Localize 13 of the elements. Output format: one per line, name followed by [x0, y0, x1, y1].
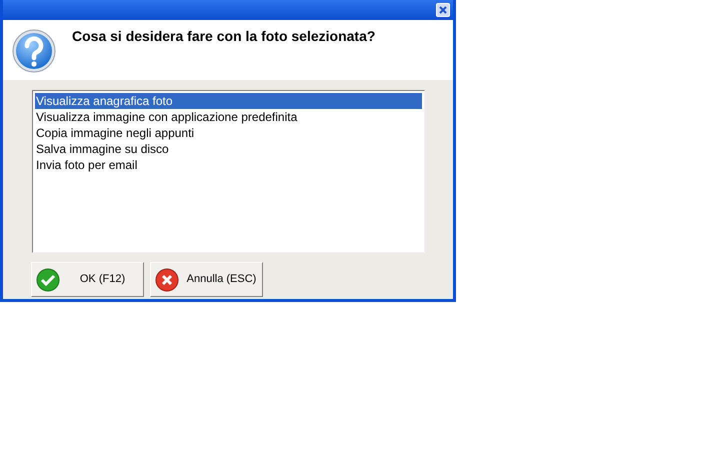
list-item[interactable]: Visualizza anagrafica foto — [35, 93, 422, 109]
question-icon — [11, 28, 57, 74]
list-item[interactable]: Visualizza immagine con applicazione predefinita — [35, 109, 422, 125]
close-button[interactable] — [436, 3, 450, 17]
cancel-button[interactable]: Annulla (ESC) — [150, 262, 263, 297]
dialog-message: Cosa si desidera fare con la foto selezionata? — [72, 27, 376, 46]
list-item[interactable]: Copia immagine negli appunti — [35, 125, 422, 141]
cross-icon — [155, 268, 179, 292]
check-icon — [36, 268, 60, 292]
list-item[interactable]: Salva immagine su disco — [35, 141, 422, 157]
ok-button[interactable]: OK (F12) — [31, 262, 144, 297]
list-item[interactable]: Invia foto per email — [35, 157, 422, 173]
close-icon — [438, 5, 448, 15]
